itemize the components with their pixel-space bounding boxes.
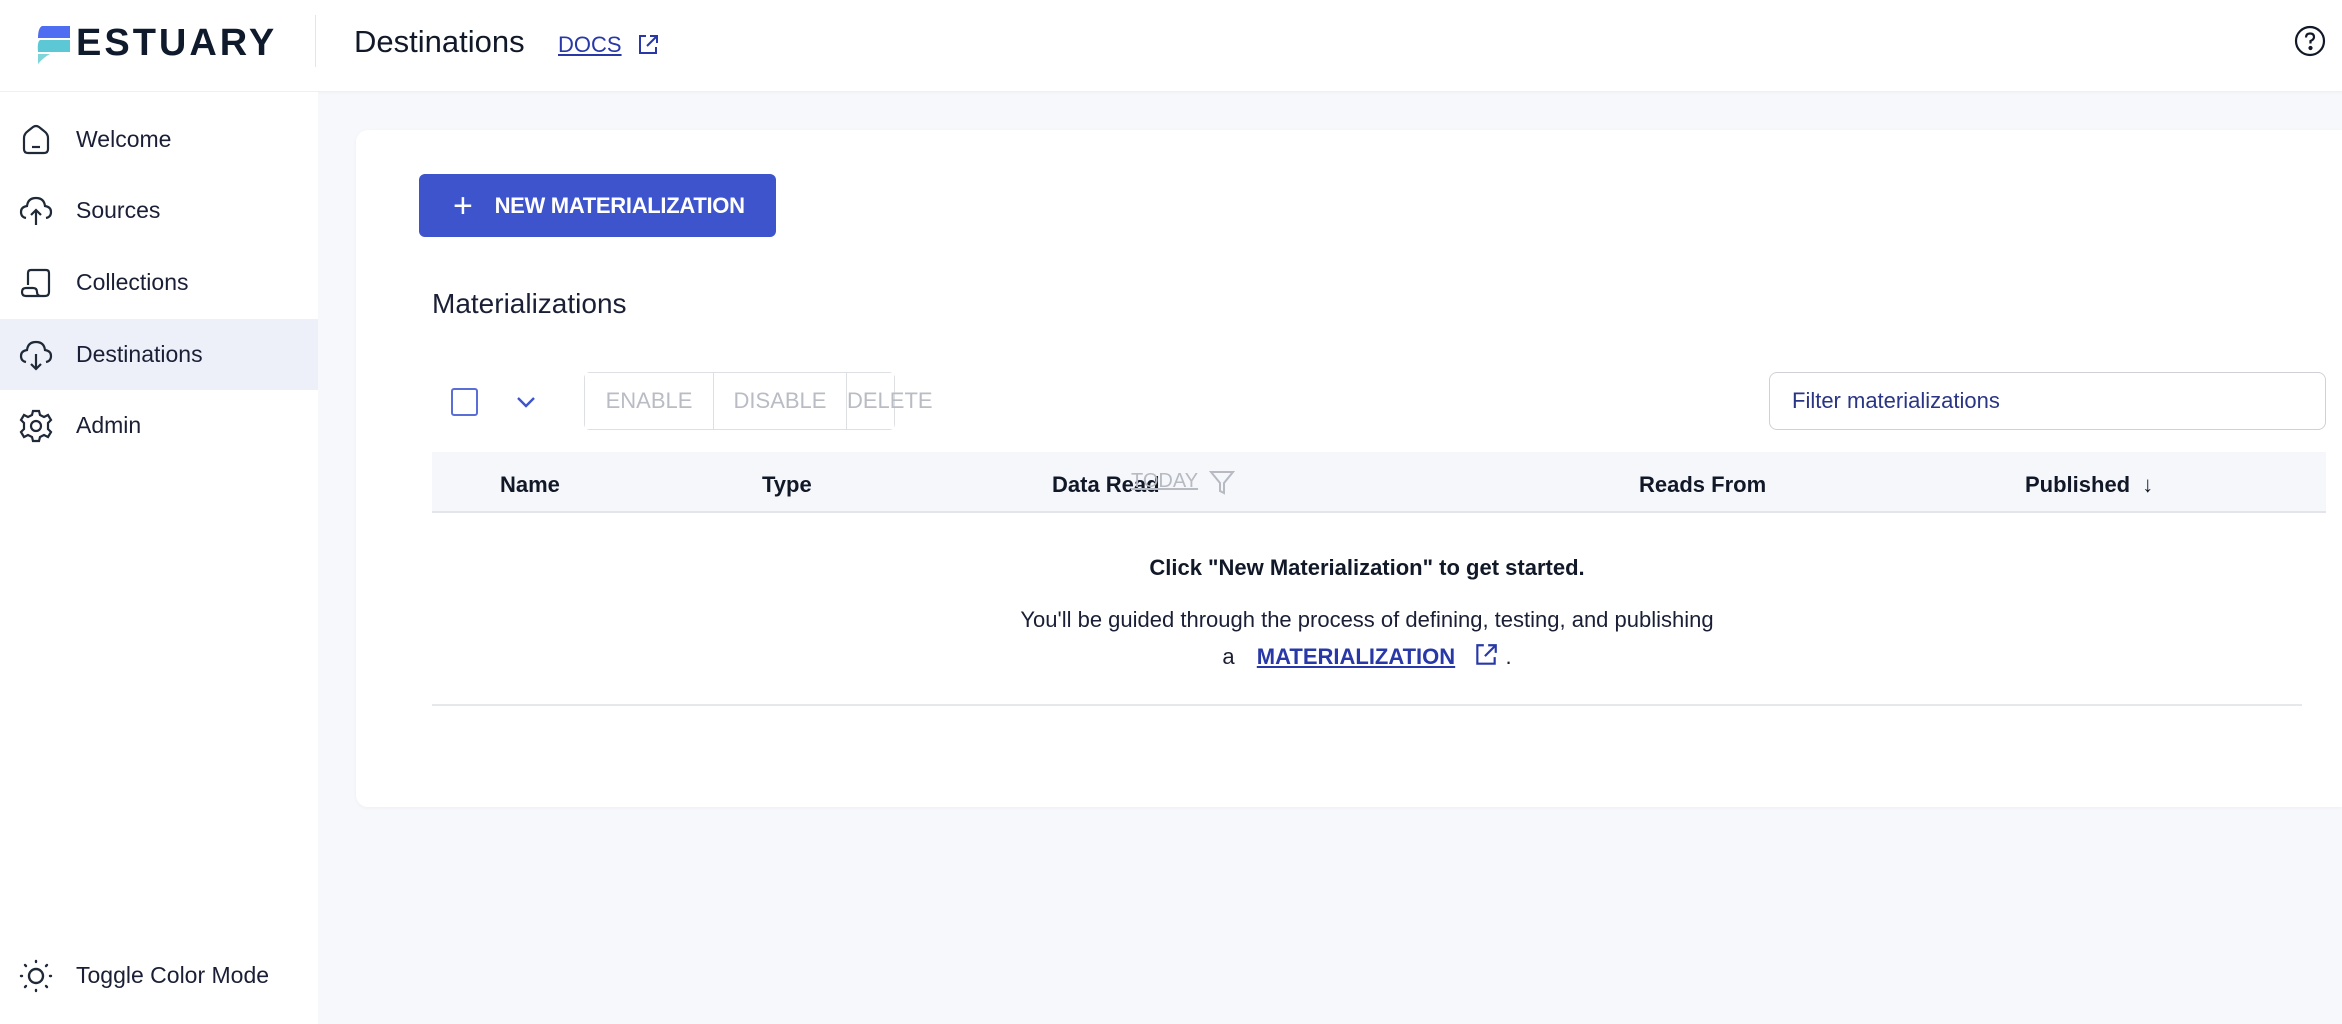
sidebar-item-sources[interactable]: Sources — [0, 175, 318, 246]
header-divider — [315, 15, 316, 67]
column-header-type[interactable]: Type — [762, 472, 812, 498]
sidebar-item-label: Admin — [76, 412, 142, 438]
sidebar-item-label: Destinations — [76, 341, 203, 367]
enable-button[interactable]: ENABLE — [585, 373, 714, 429]
empty-state-link-line: a MATERIALIZATION . — [432, 638, 2302, 675]
external-link-icon — [638, 35, 658, 54]
toggle-color-mode-label: Toggle Color Mode — [76, 962, 270, 988]
cloud-download-icon — [19, 340, 53, 371]
sort-descending-icon: ↓ — [2142, 472, 2154, 497]
sidebar-item-collections[interactable]: Collections — [0, 247, 318, 318]
filter-materializations-input[interactable] — [1769, 372, 2326, 430]
data-read-period-link[interactable]: TODAY — [1131, 470, 1198, 493]
empty-state-title: Click "New Materialization" to get start… — [1149, 555, 1585, 580]
new-materialization-button[interactable]: + NEW MATERIALIZATION — [419, 174, 776, 237]
empty-state-description: You'll be guided through the process of … — [1020, 607, 1714, 632]
logo-text: ESTUARY — [76, 22, 278, 64]
sidebar-item-label: Welcome — [76, 126, 172, 152]
docs-link[interactable]: DOCS — [558, 32, 660, 58]
published-label: Published — [2025, 472, 2131, 497]
new-materialization-label: NEW MATERIALIZATION — [494, 192, 745, 218]
page-title: Destinations — [354, 24, 525, 59]
help-circle-icon[interactable] — [2294, 25, 2326, 57]
sidebar-item-label: Sources — [76, 197, 161, 223]
sidebar-item-admin[interactable]: Admin — [0, 390, 318, 461]
table-header: Name Type Data Read TODAY Reads From Pub… — [432, 452, 2326, 513]
empty-state-prefix: a — [1222, 644, 1235, 669]
gear-icon — [19, 409, 53, 442]
sidebar-item-welcome[interactable]: Welcome — [0, 104, 318, 175]
column-header-name[interactable]: Name — [500, 472, 560, 498]
materializations-card: + NEW MATERIALIZATION Materializations E… — [356, 130, 2342, 807]
sidebar-item-destinations[interactable]: Destinations — [0, 319, 318, 390]
bulk-action-group: ENABLE DISABLE DELETE — [584, 372, 933, 430]
sidebar: Welcome Sources Collections Destinations… — [0, 92, 318, 1024]
logo-mark-icon — [37, 25, 70, 64]
disable-button[interactable]: DISABLE — [713, 373, 846, 429]
column-header-published[interactable]: Published ↓ — [2025, 472, 2153, 498]
section-title: Materializations — [432, 288, 627, 319]
collections-icon — [20, 268, 51, 297]
filter-icon[interactable] — [1208, 468, 1236, 496]
top-bar: ESTUARY Destinations DOCS — [0, 0, 2342, 92]
estuary-logo[interactable]: ESTUARY — [36, 22, 277, 65]
column-header-reads-from[interactable]: Reads From — [1639, 472, 1766, 498]
chevron-down-icon[interactable] — [514, 392, 538, 412]
plus-icon: + — [453, 186, 473, 225]
select-all-checkbox[interactable] — [451, 388, 478, 416]
empty-state-suffix: . — [1505, 644, 1512, 669]
materialization-docs-link[interactable]: MATERIALIZATION — [1257, 644, 1455, 669]
delete-button[interactable]: DELETE — [846, 373, 933, 429]
table-divider — [432, 704, 2302, 706]
sidebar-item-label: Collections — [76, 269, 189, 295]
toggle-color-mode[interactable]: Toggle Color Mode — [0, 940, 318, 1011]
home-icon — [22, 124, 50, 154]
external-link-icon[interactable] — [1473, 642, 1499, 668]
empty-state-body: You'll be guided through the process of … — [432, 601, 2302, 675]
cloud-upload-icon — [19, 196, 53, 225]
sun-icon — [19, 959, 53, 992]
docs-link-label: DOCS — [558, 32, 622, 57]
